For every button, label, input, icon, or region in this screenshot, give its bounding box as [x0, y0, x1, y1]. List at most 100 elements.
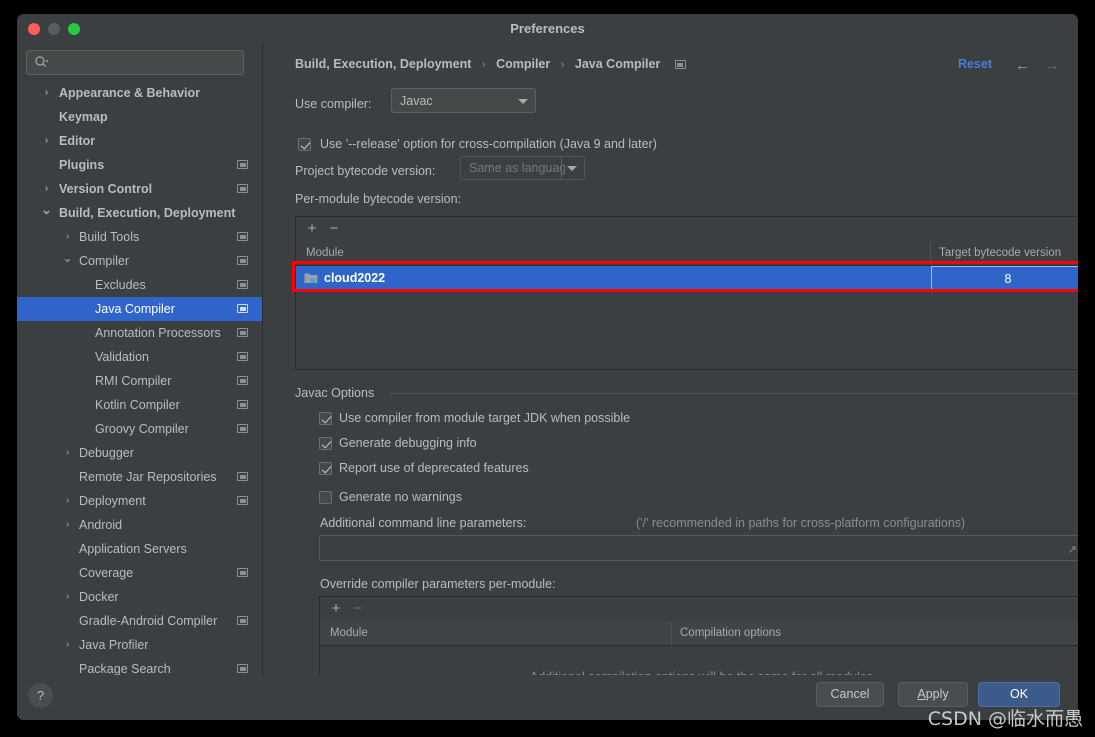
dialog-footer: ? Cancel Apply OK — [17, 675, 1078, 720]
panel-config-icon[interactable] — [237, 424, 248, 433]
remove-override-button[interactable]: − — [350, 597, 366, 621]
panel-config-icon[interactable] — [237, 568, 248, 577]
panel-config-icon[interactable] — [237, 472, 248, 481]
javac-options-title: Javac Options — [295, 386, 381, 400]
sidebar-item-build-tools[interactable]: › Build Tools — [17, 225, 262, 249]
panel-config-icon[interactable] — [237, 304, 248, 313]
use-compiler-select[interactable]: Javac — [391, 88, 536, 113]
sidebar-item-editor[interactable]: › Editor — [17, 129, 262, 153]
release-option-checkbox[interactable] — [298, 138, 311, 151]
panel-config-icon[interactable] — [237, 400, 248, 409]
bytecode-table-toolbar: + − — [296, 217, 1078, 242]
sidebar-item-gradle-android-compiler[interactable]: Gradle-Android Compiler — [17, 609, 262, 633]
chevron-right-icon[interactable]: › — [41, 129, 52, 153]
search-input[interactable] — [26, 50, 244, 75]
breadcrumb-separator: › — [560, 59, 565, 71]
sidebar-item-compiler[interactable]: ⌄ Compiler — [17, 249, 262, 273]
breadcrumb-item-1[interactable]: Compiler — [496, 57, 550, 71]
sidebar-item-java-profiler[interactable]: › Java Profiler — [17, 633, 262, 657]
panel-config-icon[interactable] — [674, 60, 686, 70]
chevron-right-icon[interactable]: › — [41, 81, 52, 105]
sidebar-item-coverage[interactable]: Coverage — [17, 561, 262, 585]
sidebar-item-label: Validation — [95, 350, 149, 364]
sidebar-item-label: Debugger — [79, 446, 134, 460]
panel-config-icon[interactable] — [237, 496, 248, 505]
chevron-right-icon[interactable]: › — [62, 585, 73, 609]
sidebar-item-annotation-processors[interactable]: Annotation Processors — [17, 321, 262, 345]
module-icon — [304, 273, 318, 283]
sidebar-item-remote-jar-repositories[interactable]: Remote Jar Repositories — [17, 465, 262, 489]
chevron-right-icon[interactable]: › — [62, 225, 73, 249]
chevron-down-icon[interactable]: ⌄ — [62, 249, 73, 267]
chevron-right-icon[interactable]: › — [62, 513, 73, 537]
chevron-right-icon[interactable]: › — [62, 441, 73, 465]
back-arrow-icon[interactable]: ← — [1015, 57, 1030, 74]
sidebar-item-docker[interactable]: › Docker — [17, 585, 262, 609]
panel-config-icon[interactable] — [237, 376, 248, 385]
panel-config-icon[interactable] — [237, 352, 248, 361]
generate-no-warnings-checkbox[interactable] — [319, 491, 332, 504]
column-divider[interactable] — [930, 241, 931, 265]
sidebar-item-deployment[interactable]: › Deployment — [17, 489, 262, 513]
panel-config-icon[interactable] — [237, 328, 248, 337]
panel-config-icon[interactable] — [237, 184, 248, 193]
sidebar-item-label: Appearance & Behavior — [59, 86, 201, 100]
sidebar-item-build-execution-deployment[interactable]: ⌄ Build, Execution, Deployment — [17, 201, 262, 225]
sidebar-item-version-control[interactable]: › Version Control — [17, 177, 262, 201]
panel-config-icon[interactable] — [237, 160, 248, 169]
sidebar-item-debugger[interactable]: › Debugger — [17, 441, 262, 465]
add-module-button[interactable]: + — [304, 217, 320, 241]
remove-module-button[interactable]: − — [326, 217, 342, 241]
panel-config-icon[interactable] — [237, 664, 248, 673]
panel-config-icon[interactable] — [237, 280, 248, 289]
column-header-module[interactable]: Module — [330, 621, 368, 645]
column-header-compilation-options[interactable]: Compilation options — [680, 621, 781, 645]
chevron-right-icon[interactable]: › — [41, 177, 52, 201]
sidebar-item-label: Excludes — [95, 278, 146, 292]
sidebar-item-label: Build Tools — [79, 230, 140, 244]
table-row[interactable]: cloud2022 8 — [296, 266, 1078, 290]
chevron-right-icon[interactable]: › — [62, 489, 73, 513]
help-button[interactable]: ? — [28, 683, 53, 708]
breadcrumb-item-0[interactable]: Build, Execution, Deployment — [295, 57, 471, 71]
panel-config-icon[interactable] — [237, 232, 248, 241]
column-header-module[interactable]: Module — [306, 241, 344, 265]
sidebar-item-java-compiler[interactable]: Java Compiler — [17, 297, 262, 321]
sidebar-item-appearance-behavior[interactable]: › Appearance & Behavior — [17, 81, 262, 105]
sidebar-item-keymap[interactable]: Keymap — [17, 105, 262, 129]
breadcrumb-item-2[interactable]: Java Compiler — [575, 57, 660, 71]
sidebar-item-groovy-compiler[interactable]: Groovy Compiler — [17, 417, 262, 441]
sidebar-item-rmi-compiler[interactable]: RMI Compiler — [17, 369, 262, 393]
panel-config-icon[interactable] — [237, 256, 248, 265]
use-module-jdk-checkbox[interactable] — [319, 412, 332, 425]
sidebar-item-package-search[interactable]: Package Search — [17, 657, 262, 675]
sidebar-item-kotlin-compiler[interactable]: Kotlin Compiler — [17, 393, 262, 417]
sidebar-item-label: RMI Compiler — [95, 374, 172, 388]
reset-link[interactable]: Reset — [958, 57, 992, 71]
sidebar-item-label: Build, Execution, Deployment — [59, 206, 236, 220]
generate-no-warnings-label: Generate no warnings — [339, 490, 462, 504]
additional-params-input[interactable]: ↗ — [319, 535, 1078, 561]
forward-arrow-icon[interactable]: → — [1045, 57, 1060, 74]
project-bytecode-select[interactable]: Same as language leve — [460, 156, 585, 180]
sidebar-item-validation[interactable]: Validation — [17, 345, 262, 369]
add-override-button[interactable]: + — [328, 597, 344, 621]
expand-icon[interactable]: ↗ — [1068, 543, 1077, 556]
column-divider[interactable] — [671, 621, 672, 645]
report-deprecated-checkbox[interactable] — [319, 462, 332, 475]
use-module-jdk-label: Use compiler from module target JDK when… — [339, 411, 631, 425]
cancel-button[interactable]: Cancel — [816, 682, 884, 707]
project-bytecode-value: Same as language leve — [469, 161, 565, 175]
sidebar-item-application-servers[interactable]: Application Servers — [17, 537, 262, 561]
target-bytecode-cell[interactable]: 8 — [931, 266, 1078, 290]
chevron-down-icon[interactable]: ⌄ — [41, 201, 52, 219]
sidebar-item-android[interactable]: › Android — [17, 513, 262, 537]
chevron-right-icon[interactable]: › — [62, 633, 73, 657]
sidebar-item-label: Java Profiler — [79, 638, 149, 652]
generate-debugging-info-checkbox[interactable] — [319, 437, 332, 450]
panel-config-icon[interactable] — [237, 616, 248, 625]
column-header-target-bytecode[interactable]: Target bytecode version — [939, 241, 1061, 265]
sidebar-item-excludes[interactable]: Excludes — [17, 273, 262, 297]
sidebar-item-plugins[interactable]: Plugins — [17, 153, 262, 177]
override-table: + − Module Compilation options Additiona… — [319, 596, 1078, 675]
